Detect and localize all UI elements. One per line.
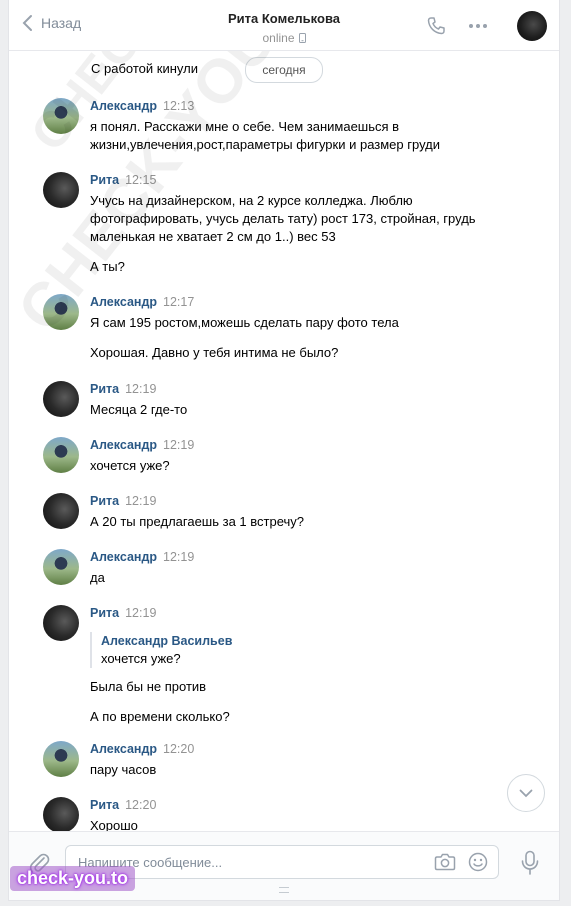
emoji-button[interactable] xyxy=(468,852,488,875)
message-author[interactable]: Рита xyxy=(90,382,119,396)
message-body: хочется уже? xyxy=(90,457,490,475)
message-body: я понял. Расскажи мне о себе. Чем занима… xyxy=(90,118,490,154)
message-time: 12:19 xyxy=(125,382,157,396)
message-text: А 20 ты предлагаешь за 1 встречу? xyxy=(90,514,304,529)
message-text: А ты? xyxy=(90,259,125,274)
message-time: 12:15 xyxy=(125,173,157,187)
message-author[interactable]: Александр xyxy=(90,550,157,564)
message-author[interactable]: Рита xyxy=(90,798,119,812)
message-body: пару часов xyxy=(90,761,490,779)
message-author[interactable]: Александр xyxy=(90,295,157,309)
chevron-down-icon xyxy=(519,789,533,797)
avatar[interactable] xyxy=(43,797,79,831)
message-text: я понял. Расскажи мне о себе. Чем занима… xyxy=(90,119,440,152)
quote-text: хочется уже? xyxy=(101,651,181,666)
scroll-down-button[interactable] xyxy=(507,774,545,812)
more-dots-icon xyxy=(469,24,487,28)
avatar[interactable] xyxy=(43,172,79,208)
forwarded-quote[interactable]: Александр Васильев хочется уже? xyxy=(90,632,490,668)
message-text: Учусь на дизайнерском, на 2 курсе коллед… xyxy=(90,193,476,244)
microphone-icon xyxy=(521,850,539,875)
phone-icon xyxy=(427,17,445,35)
message-time: 12:19 xyxy=(163,438,195,452)
message-time: 12:19 xyxy=(163,550,195,564)
message-text: хочется уже? xyxy=(90,458,170,473)
message-text: Месяца 2 где-то xyxy=(90,402,188,417)
date-divider: сегодня xyxy=(245,57,323,83)
message-author[interactable]: Рита xyxy=(90,173,119,187)
message-feed[interactable]: С работой кинули сегодня Александр 12:13 … xyxy=(9,51,559,831)
avatar[interactable] xyxy=(43,98,79,134)
watermark-logo: check-you.to xyxy=(10,866,136,891)
message-text: Была бы не против xyxy=(90,679,207,694)
message-text: Я сам 195 ростом,можешь сделать пару фот… xyxy=(90,315,399,330)
avatar[interactable] xyxy=(43,605,79,641)
avatar[interactable] xyxy=(43,741,79,777)
message-time: 12:20 xyxy=(125,798,157,812)
message-text: да xyxy=(90,570,105,585)
message-body: А 20 ты предлагаешь за 1 встречу? xyxy=(90,513,490,531)
avatar[interactable] xyxy=(43,549,79,585)
message-author[interactable]: Александр xyxy=(90,99,157,113)
avatar[interactable] xyxy=(43,493,79,529)
chat-header: Назад Рита Комелькова online xyxy=(9,0,559,51)
call-button[interactable] xyxy=(425,15,447,37)
quote-author[interactable]: Александр Васильев xyxy=(101,632,490,650)
message-author[interactable]: Александр xyxy=(90,438,157,452)
camera-icon xyxy=(434,853,456,871)
resize-handle[interactable] xyxy=(279,887,289,893)
message-time: 12:19 xyxy=(125,494,157,508)
status-text: online xyxy=(262,31,295,45)
message-body: Я сам 195 ростом,можешь сделать пару фот… xyxy=(90,314,490,362)
avatar[interactable] xyxy=(43,437,79,473)
avatar[interactable] xyxy=(43,381,79,417)
previous-message-text: С работой кинули xyxy=(91,61,198,76)
message-author[interactable]: Рита xyxy=(90,606,119,620)
voice-message-button[interactable] xyxy=(519,850,541,876)
smile-icon xyxy=(468,852,488,872)
contact-avatar[interactable] xyxy=(517,11,547,41)
message-body: Александр Васильев хочется уже? Была бы … xyxy=(90,632,490,726)
more-button[interactable] xyxy=(467,15,489,37)
message-time: 12:20 xyxy=(163,742,195,756)
message-author[interactable]: Александр xyxy=(90,742,157,756)
message-time: 12:13 xyxy=(163,99,195,113)
chat-panel: Назад Рита Комелькова online С работой к… xyxy=(8,0,560,901)
message-time: 12:17 xyxy=(163,295,195,309)
message-body: Учусь на дизайнерском, на 2 курсе коллед… xyxy=(90,192,490,276)
message-author[interactable]: Рита xyxy=(90,494,119,508)
message-text: Хорошо xyxy=(90,818,138,831)
message-body: Месяца 2 где-то xyxy=(90,401,490,419)
message-body: да xyxy=(90,569,490,587)
camera-button[interactable] xyxy=(434,852,456,875)
mobile-phone-icon xyxy=(298,33,306,43)
message-body: Хорошо xyxy=(90,817,490,831)
message-text: Хорошая. Давно у тебя интима не было? xyxy=(90,345,339,360)
avatar[interactable] xyxy=(43,294,79,330)
message-text: пару часов xyxy=(90,762,157,777)
message-text: А по времени сколько? xyxy=(90,709,230,724)
message-time: 12:19 xyxy=(125,606,157,620)
